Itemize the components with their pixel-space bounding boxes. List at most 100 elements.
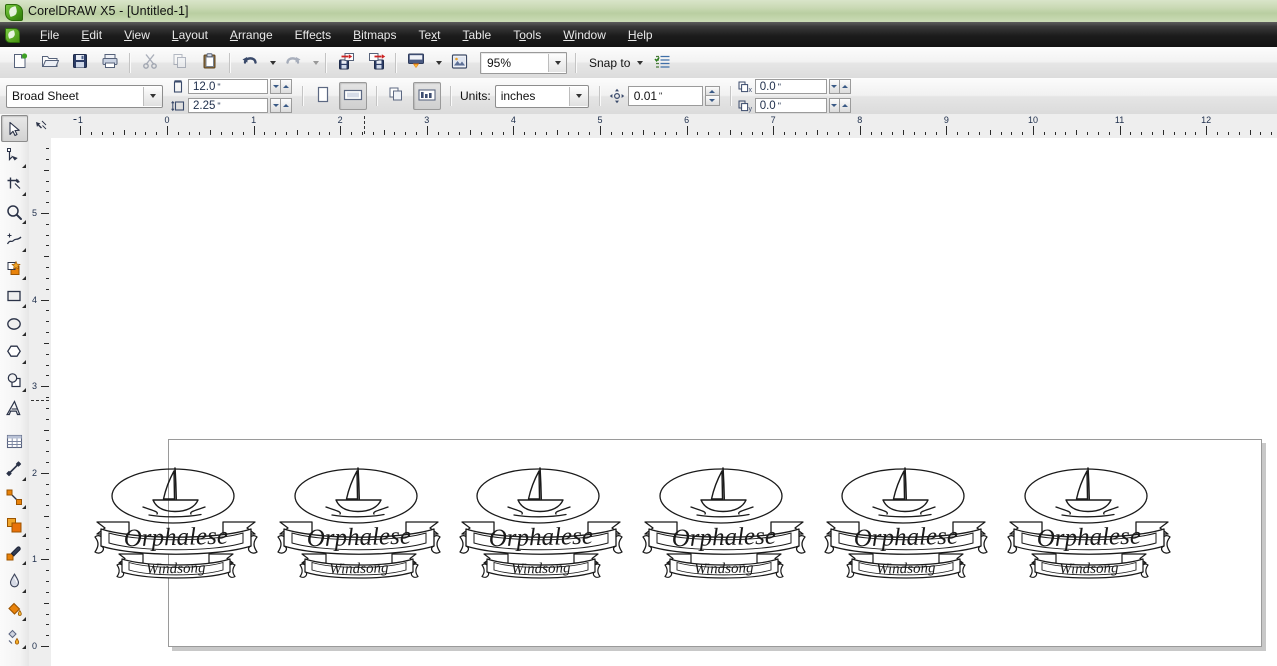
drawing-canvas[interactable]: Orphalese Windsong Orphalese Windsong Or… [51, 138, 1277, 666]
publish-pdf-button[interactable] [402, 49, 430, 76]
horizontal-ruler[interactable]: 1 0 1 2 3 4 5 6 7 8 9 10 11 12 [51, 114, 1277, 139]
app-launcher-button[interactable] [445, 49, 473, 76]
page-rectangle[interactable]: Orphalese Windsong Orphalese Windsong Or… [94, 439, 1262, 647]
nudge-spin-up[interactable] [704, 86, 720, 96]
zoom-tool[interactable] [1, 199, 28, 226]
options-button[interactable] [648, 49, 676, 76]
duplicate-offset-y-field[interactable]: 0.0 " [754, 98, 827, 113]
logo-instance[interactable]: Orphalese Windsong [450, 454, 632, 586]
page-height-field[interactable]: 2.25 " [188, 98, 268, 113]
undo-dropdown[interactable] [265, 50, 278, 75]
units-dropdown-arrow[interactable] [568, 86, 588, 106]
connector-tool[interactable] [1, 484, 28, 511]
freehand-tool[interactable] [1, 227, 28, 254]
apply-current-page-button[interactable] [413, 82, 441, 110]
undo-button[interactable] [236, 49, 264, 76]
paste-button[interactable] [196, 49, 224, 76]
ruler-subtick-h [892, 132, 894, 135]
menu-item-tools[interactable]: Tools [503, 25, 551, 45]
page-height-spin-down[interactable] [270, 98, 281, 113]
nudge-offset-spinner[interactable] [704, 86, 720, 106]
redo-button[interactable] [279, 49, 307, 76]
menu-item-table[interactable]: Table [453, 25, 502, 45]
snap-to-button[interactable]: Snap to [585, 50, 647, 75]
menu-item-file[interactable]: File [30, 25, 69, 45]
import-button[interactable] [332, 49, 360, 76]
nudge-spin-down[interactable] [704, 96, 720, 106]
zoom-dropdown-arrow[interactable] [548, 53, 566, 72]
open-button[interactable] [36, 49, 64, 76]
color-eyedropper-tool[interactable] [1, 540, 28, 567]
ruler-subtick-h [913, 132, 915, 135]
logo-instance[interactable]: Orphalese Windsong [998, 454, 1180, 586]
outline-tool[interactable] [1, 568, 28, 595]
page-width-spin-up[interactable] [281, 79, 292, 94]
document-icon[interactable] [5, 27, 20, 43]
duplicate-x-spinner[interactable] [828, 79, 851, 94]
polygon-tool[interactable] [1, 339, 28, 366]
rectangle-tool[interactable] [1, 283, 28, 310]
duplicate-x-spin-down[interactable] [828, 79, 840, 94]
paper-type-dropdown-arrow[interactable] [143, 86, 162, 106]
ruler-subtick-h [1043, 132, 1045, 135]
text-tool[interactable] [1, 395, 28, 422]
menu-item-text[interactable]: Text [408, 25, 450, 45]
ruler-origin-corner[interactable] [29, 114, 52, 139]
units-label: Units: [460, 89, 491, 103]
dimension-tool[interactable] [1, 456, 28, 483]
ellipse-tool[interactable] [1, 311, 28, 338]
smart-fill-tool[interactable] [1, 255, 28, 282]
cut-button[interactable] [136, 49, 164, 76]
units-combo[interactable]: inches [494, 84, 589, 108]
new-button[interactable] [6, 49, 34, 76]
duplicate-x-spin-up[interactable] [839, 79, 851, 94]
crop-tool[interactable] [1, 171, 28, 198]
shape-tool[interactable] [1, 143, 28, 170]
page-width-field[interactable]: 12.0 " [188, 79, 268, 94]
page-height-spinner[interactable] [270, 98, 292, 113]
ruler-tick-v [41, 213, 49, 214]
menu-item-view[interactable]: View [114, 25, 160, 45]
menu-item-window[interactable]: Window [553, 25, 616, 45]
fill-tool[interactable] [1, 596, 28, 623]
apply-all-pages-button[interactable] [383, 82, 411, 110]
copy-button[interactable] [166, 49, 194, 76]
orientation-portrait-button[interactable] [309, 82, 337, 110]
export-button[interactable] [362, 49, 390, 76]
menu-item-arrange[interactable]: Arrange [220, 25, 283, 45]
ruler-subtick-h [1011, 132, 1013, 135]
basic-shapes-tool[interactable] [1, 367, 28, 394]
menu-item-effects[interactable]: Effects [285, 25, 341, 45]
paper-type-combo[interactable]: Broad Sheet [6, 84, 163, 108]
orientation-landscape-button[interactable] [339, 82, 367, 110]
vertical-ruler[interactable]: 0 1 2 3 4 5 [29, 138, 52, 666]
save-button[interactable] [66, 49, 94, 76]
duplicate-y-spin-down[interactable] [828, 98, 840, 113]
menu-item-layout[interactable]: Layout [162, 25, 218, 45]
page-width-spinner[interactable] [270, 79, 292, 94]
page-width-spin-down[interactable] [270, 79, 281, 94]
ruler-subtick-h [632, 132, 634, 135]
logo-instance[interactable]: Orphalese Windsong [268, 454, 450, 586]
duplicate-y-spin-up[interactable] [839, 98, 851, 113]
logo-instance[interactable]: Orphalese Windsong [815, 454, 997, 586]
zoom-level-combo[interactable]: 95% [480, 51, 567, 74]
ruler-subtick-h [1054, 132, 1056, 135]
blend-tool[interactable] [1, 512, 28, 539]
table-tool[interactable] [1, 428, 28, 455]
logo-instance[interactable]: Orphalese Windsong [85, 454, 267, 586]
publish-pdf-dropdown[interactable] [431, 50, 444, 75]
nudge-offset-field[interactable]: 0.01 " [627, 86, 703, 106]
duplicate-y-spinner[interactable] [828, 98, 851, 113]
menu-label-view: iew [131, 27, 150, 42]
menu-item-bitmaps[interactable]: Bitmaps [343, 25, 406, 45]
interactive-fill-tool[interactable] [1, 624, 28, 651]
duplicate-offset-x-field[interactable]: 0.0 " [754, 79, 827, 94]
redo-dropdown[interactable] [308, 50, 321, 75]
menu-item-edit[interactable]: Edit [71, 25, 112, 45]
menu-item-help[interactable]: Help [618, 25, 663, 45]
logo-instance[interactable]: Orphalese Windsong [633, 454, 815, 586]
page-height-spin-up[interactable] [281, 98, 292, 113]
print-button[interactable] [96, 49, 124, 76]
pick-tool[interactable] [1, 115, 28, 142]
